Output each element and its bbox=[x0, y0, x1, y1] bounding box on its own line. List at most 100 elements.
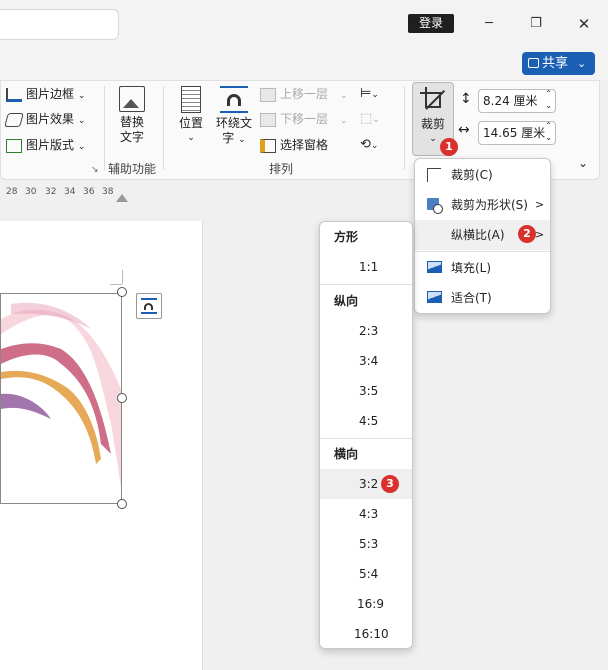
crop-label: 裁剪 bbox=[420, 117, 445, 131]
menu-item-label: 裁剪为形状(S) bbox=[451, 198, 528, 212]
group-icon[interactable]: ⬚⌄ bbox=[360, 108, 380, 130]
send-backward-button[interactable]: 下移一层 ⌄ bbox=[260, 108, 347, 130]
landscape-header: 横向 bbox=[334, 447, 359, 461]
chevron-right-icon: > bbox=[535, 228, 545, 241]
indent-marker-icon[interactable] bbox=[116, 194, 128, 202]
fit-icon bbox=[427, 291, 442, 303]
ruler: 28 30 32 34 36 38 bbox=[0, 184, 120, 202]
resize-handle[interactable] bbox=[117, 393, 127, 403]
ratio-label: 5:4 bbox=[359, 567, 379, 581]
search-box[interactable] bbox=[0, 9, 119, 40]
ruler-tick: 36 bbox=[83, 187, 95, 197]
position-icon bbox=[181, 86, 201, 113]
ratio-label: 1:1 bbox=[359, 260, 379, 274]
portrait-header: 纵向 bbox=[334, 294, 359, 308]
height-value: 8.24 厘米 bbox=[483, 94, 538, 108]
picture-layout-label: 图片版式 bbox=[26, 138, 75, 152]
share-icon bbox=[528, 58, 539, 68]
ratio-label: 3:2 bbox=[359, 477, 379, 491]
ruler-tick: 34 bbox=[64, 187, 76, 197]
alt-text-button[interactable]: 替换 文字 bbox=[111, 86, 153, 145]
share-bar bbox=[0, 50, 608, 80]
ratio-item[interactable]: 4:3 bbox=[320, 499, 412, 529]
menu-item-fill[interactable]: 填充(L) bbox=[415, 253, 550, 283]
picture-border-label: 图片边框 bbox=[26, 87, 75, 101]
corner-mark bbox=[110, 284, 122, 285]
send-backward-label: 下移一层 bbox=[280, 112, 329, 126]
ratio-item[interactable]: 3:4 bbox=[320, 346, 412, 376]
menu-item-crop-to-shape[interactable]: 裁剪为形状(S) > bbox=[415, 190, 550, 220]
menu-item-crop[interactable]: 裁剪(C) bbox=[415, 160, 550, 190]
ruler-tick: 28 bbox=[6, 187, 18, 197]
close-button[interactable]: ✕ bbox=[572, 12, 596, 36]
share-label: 共享 bbox=[542, 56, 569, 71]
ratio-item[interactable]: 1:1 bbox=[320, 252, 412, 282]
picture-layout-icon bbox=[6, 138, 22, 153]
height-input[interactable]: 8.24 厘米 ⌃ ⌄ bbox=[478, 89, 556, 113]
ratio-item[interactable]: 16:10 bbox=[320, 619, 412, 649]
send-backward-icon bbox=[260, 112, 276, 127]
picture-effect-label: 图片效果 bbox=[26, 112, 75, 126]
separator bbox=[163, 86, 164, 170]
wrap-text-icon bbox=[141, 298, 157, 314]
share-button[interactable]: 共享 ⌄ bbox=[522, 52, 595, 75]
ribbon-collapse-chevron-icon[interactable]: ⌄ bbox=[578, 156, 588, 170]
step-badge-1: 1 bbox=[440, 138, 458, 156]
alt-text-label-2: 文字 bbox=[119, 130, 144, 144]
minimize-button[interactable]: ─ bbox=[477, 12, 501, 36]
accessibility-group-label: 辅助功能 bbox=[108, 162, 157, 176]
corner-mark bbox=[122, 270, 123, 284]
step-badge-3: 3 bbox=[381, 475, 399, 493]
wrap-text-label-1: 环绕文 bbox=[215, 116, 252, 130]
selection-pane-icon bbox=[260, 138, 276, 153]
circle-shape-icon bbox=[433, 204, 443, 214]
wrap-text-icon bbox=[220, 86, 248, 113]
login-button[interactable]: 登录 bbox=[408, 14, 454, 33]
menu-item-label: 纵横比(A) bbox=[451, 228, 505, 242]
picture-border-button[interactable]: 图片边框 ⌄ bbox=[6, 83, 85, 105]
ratio-item[interactable]: 4:5 bbox=[320, 406, 412, 436]
ratio-label: 4:3 bbox=[359, 507, 379, 521]
ruler-tick: 32 bbox=[45, 187, 57, 197]
picture-border-icon bbox=[6, 87, 22, 102]
step-badge-2: 2 bbox=[518, 225, 536, 243]
selection-pane-label: 选择窗格 bbox=[280, 138, 329, 152]
dialog-launcher-icon[interactable]: ↘ bbox=[91, 165, 99, 175]
menu-item-label: 适合(T) bbox=[451, 291, 492, 305]
ratio-label: 16:10 bbox=[354, 627, 389, 641]
resize-handle[interactable] bbox=[117, 287, 127, 297]
rotate-icon[interactable]: ⟲⌄ bbox=[360, 134, 378, 156]
ratio-item[interactable]: 5:4 bbox=[320, 559, 412, 589]
ratio-item[interactable]: 2:3 bbox=[320, 316, 412, 346]
crop-icon bbox=[427, 168, 441, 182]
position-button[interactable]: 位置 ⌄ bbox=[174, 86, 208, 146]
bring-forward-button[interactable]: 上移一层 ⌄ bbox=[260, 83, 347, 105]
fill-icon bbox=[427, 261, 442, 273]
ratio-item[interactable]: 5:3 bbox=[320, 529, 412, 559]
bring-forward-label: 上移一层 bbox=[280, 87, 329, 101]
layout-options-button[interactable] bbox=[136, 293, 162, 319]
ratio-item[interactable]: 16:9 bbox=[320, 589, 412, 619]
aspect-ratio-menu: 方形 1:1 纵向 2:3 3:4 3:5 4:5 横向 3:2 4:3 5:3… bbox=[319, 221, 413, 649]
restore-button[interactable]: ❐ bbox=[524, 12, 548, 36]
bring-forward-icon bbox=[260, 87, 276, 102]
abstract-swirl-image bbox=[1, 302, 121, 488]
resize-handle[interactable] bbox=[117, 499, 127, 509]
align-icon[interactable]: ⊨⌄ bbox=[360, 83, 379, 105]
separator bbox=[104, 86, 105, 170]
alt-text-icon bbox=[119, 86, 145, 112]
width-input[interactable]: 14.65 厘米 ⌃ ⌄ bbox=[478, 121, 556, 145]
wrap-text-button[interactable]: 环绕文 字 ⌄ bbox=[213, 86, 255, 148]
ratio-label: 2:3 bbox=[359, 324, 379, 338]
picture-effect-button[interactable]: 图片效果 ⌄ bbox=[4, 108, 85, 130]
ratio-label: 4:5 bbox=[359, 414, 379, 428]
selected-image[interactable] bbox=[0, 293, 122, 504]
alt-text-label-1: 替换 bbox=[119, 115, 144, 129]
ratio-label: 3:5 bbox=[359, 384, 379, 398]
wrap-text-label-2: 字 bbox=[222, 131, 235, 145]
menu-item-fit[interactable]: 适合(T) bbox=[415, 283, 550, 313]
picture-layout-button[interactable]: 图片版式 ⌄ bbox=[6, 134, 85, 156]
crop-icon bbox=[420, 87, 446, 113]
selection-pane-button[interactable]: 选择窗格 bbox=[260, 134, 328, 156]
ratio-item[interactable]: 3:5 bbox=[320, 376, 412, 406]
